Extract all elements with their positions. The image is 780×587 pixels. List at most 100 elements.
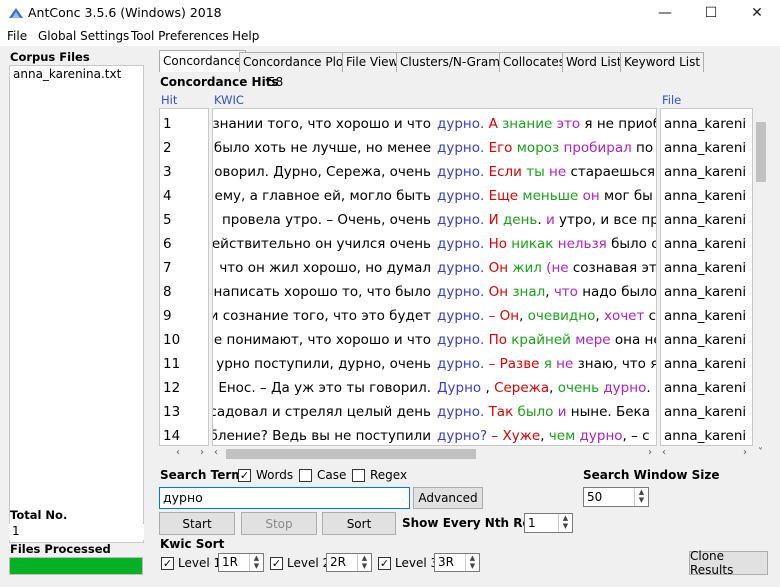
kwic-keyword[interactable]: дурно. [437,116,489,132]
kwic-right-token: ныне. Бека [566,404,650,420]
column-header-kwic[interactable]: KWIC [214,93,244,107]
level2-spinner[interactable]: 2R ▲ ▼ [326,553,372,572]
maximize-icon[interactable]: ☐ [688,0,734,26]
kwic-keyword[interactable]: дурно. [437,260,489,276]
words-checkbox[interactable]: ✓ [238,469,251,482]
spinner-arrows-icon[interactable]: ▲ ▼ [465,554,479,571]
hit-number: 13 [163,404,181,420]
kwic-keyword[interactable]: дурно. [437,212,489,228]
tab-word-list[interactable]: Word List [562,52,626,72]
concordance-row[interactable]: было хоть не лучше, но менее дурно. Его м… [213,136,656,160]
hit-scroll-left-icon[interactable]: ‹ [176,447,180,458]
kwic-right-token: Так [488,404,518,420]
concordance-row[interactable]: Енос. – Да уж это ты говорил. Дурно , Сер… [213,376,656,400]
case-checkbox[interactable] [299,469,312,482]
kwic-right-token: никак [511,236,558,252]
clone-results-button[interactable]: Clone Results [689,549,768,577]
menu-global-settings[interactable]: Global Settings [38,29,129,43]
level2-value[interactable]: 2R [330,555,346,569]
kwic-horizontal-scroll-thumb[interactable] [226,449,476,459]
menu-file[interactable]: File [7,29,27,43]
level1-checkbox[interactable]: ✓ [161,557,174,570]
start-button[interactable]: Start [159,512,235,535]
concordance-row[interactable]: бление? Ведь вы не поступили дурно? – Хуж… [213,424,656,445]
kwic-keyword[interactable]: дурно. [437,164,489,180]
kwic-scroll-right-icon[interactable]: › [648,447,652,458]
hit-column[interactable]: 1 2 3 4 5 6 7 8 9 10 11 12 13 14 [159,108,209,446]
file-scroll-right-icon[interactable]: › [743,447,747,458]
spinner-arrows-icon[interactable]: ▲ ▼ [357,554,371,571]
file-name-cell: anna_kareni [664,404,747,420]
kwic-column[interactable]: знании того, что хорошо и что дурно. А зн… [212,108,657,446]
kwic-scroll-left-icon[interactable]: ‹ [214,447,218,458]
concordance-row[interactable]: что он жил хорошо, но думал дурно. Он жил… [213,256,656,280]
file-column[interactable]: anna_kareni anna_kareni anna_kareni anna_ka… [660,108,753,446]
kwic-right-token: мог бы [599,188,653,204]
column-header-hit[interactable]: Hit [161,93,177,107]
minimize-icon[interactable]: — [642,0,688,26]
menu-tool-preferences[interactable]: Tool Preferences [131,29,229,43]
level3-value[interactable]: 3R [438,555,454,569]
kwic-keyword[interactable]: дурно. [437,140,489,156]
file-scroll-left-icon[interactable]: ‹ [662,447,666,458]
level3-spinner[interactable]: 3R ▲ ▼ [434,553,480,572]
spinner-arrows-icon[interactable]: ▲ ▼ [558,514,572,532]
kwic-right-token: , [545,284,554,300]
tab-keyword-list[interactable]: Keyword List [620,52,705,72]
kwic-keyword[interactable]: дурно. [437,308,489,324]
spinner-arrows-icon[interactable]: ▲ ▼ [249,554,263,571]
sort-button[interactable]: Sort [322,512,396,535]
level3-checkbox[interactable]: ✓ [378,557,391,570]
search-window-size-spinner[interactable]: 50 ▲ ▼ [583,487,649,507]
kwic-keyword[interactable]: Дурно [437,380,485,396]
kwic-keyword[interactable]: дурно. [437,332,489,348]
spinner-arrows-icon[interactable]: ▲ ▼ [634,488,648,506]
close-icon[interactable]: ✕ [734,0,780,26]
kwic-keyword[interactable]: дурно. [437,284,489,300]
kwic-right-token: я не приоб [580,116,657,132]
concordance-row[interactable]: ействительно он учился очень дурно. Но ни… [213,232,656,256]
scroll-down-icon[interactable]: ˅ [758,447,763,458]
concordance-row[interactable]: урно поступили, дурно, очень дурно. – Раз… [213,352,656,376]
kwic-right-token: не [556,356,574,372]
kwic-keyword[interactable]: дурно. [437,236,489,252]
concordance-row[interactable]: ему, а главное ей, могло быть дурно. Еще … [213,184,656,208]
nth-row-value[interactable]: 1 [528,516,536,530]
file-name-cell: anna_kareni [664,380,747,396]
kwic-keyword[interactable]: дурно. [437,188,489,204]
vertical-scrollbar[interactable] [754,108,768,446]
concordance-row[interactable]: знании того, что хорошо и что дурно. А зн… [213,112,656,136]
tab-file-view[interactable]: File View [342,52,403,72]
tab-concordance-plot[interactable]: Concordance Plot [239,52,352,72]
menu-help[interactable]: Help [232,29,259,43]
search-window-size-value[interactable]: 50 [587,490,602,504]
hit-number: 9 [163,308,172,324]
corpus-file-item[interactable]: anna_karenina.txt [10,66,143,82]
tab-concordance[interactable]: Concordance [159,50,246,72]
kwic-keyword[interactable]: дурно? [437,428,491,444]
concordance-row[interactable]: провела утро. – Очень, очень дурно. И ден… [213,208,656,232]
level1-spinner[interactable]: 1R ▲ ▼ [218,553,264,572]
kwic-right-token: дурно [603,380,647,396]
concordance-row[interactable]: садовал и стрелял целый день дурно. Так б… [213,400,656,424]
tab-collocates[interactable]: Collocates [499,52,570,72]
tab-clusters-ngrams[interactable]: Clusters/N-Grams [396,52,511,72]
advanced-button[interactable]: Advanced [413,487,483,509]
kwic-keyword[interactable]: дурно. [437,404,489,420]
vertical-scroll-thumb[interactable] [756,122,766,182]
regex-checkbox[interactable] [352,469,365,482]
stop-button[interactable]: Stop [241,512,317,535]
corpus-file-list[interactable]: anna_karenina.txt [9,65,144,543]
concordance-row[interactable]: оворил. Дурно, Сережа, очень дурно. Если … [213,160,656,184]
kwic-keyword[interactable]: дурно. [437,356,489,372]
level1-value[interactable]: 1R [222,555,238,569]
concordance-row[interactable]: е понимают, что хорошо и что дурно. По кр… [213,328,656,352]
kwic-keyword-and-right-context: дурно. Но никак нельзя было с [437,232,656,256]
concordance-row[interactable]: и сознание того, что это будет дурно. – О… [213,304,656,328]
nth-row-spinner[interactable]: 1 ▲ ▼ [524,513,573,533]
concordance-row[interactable]: написать хорошо то, что было дурно. Он зн… [213,280,656,304]
hit-scroll-right-icon[interactable]: › [200,447,204,458]
column-header-file[interactable]: File [662,93,681,107]
level2-checkbox[interactable]: ✓ [270,557,283,570]
search-term-input[interactable]: дурно [159,487,410,509]
